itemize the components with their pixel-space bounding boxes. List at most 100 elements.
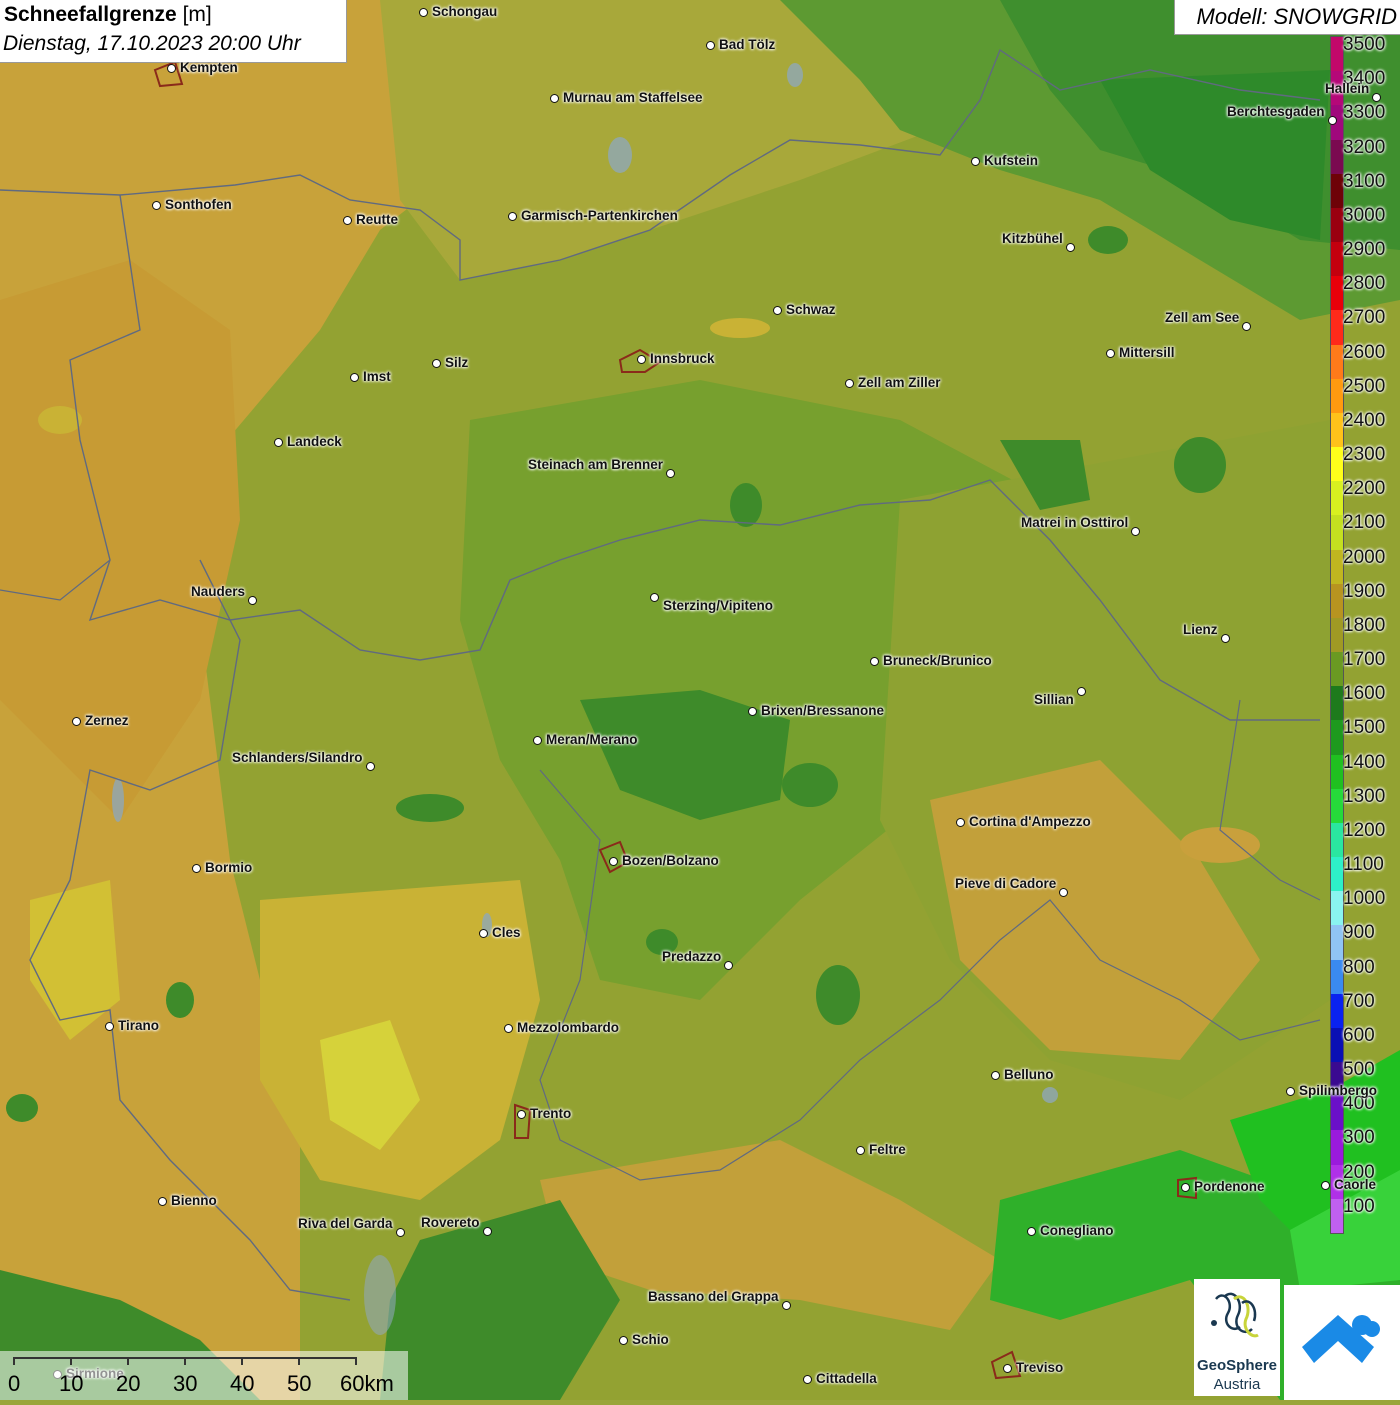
city-marker[interactable] [1077,687,1086,696]
city-marker[interactable] [1106,349,1115,358]
city-marker[interactable] [609,857,618,866]
city-label: Innsbruck [650,351,715,366]
legend-swatch [1331,754,1343,790]
city-marker[interactable] [167,64,176,73]
city-marker[interactable] [1066,243,1075,252]
city-marker[interactable] [1372,93,1381,102]
legend-swatch [1331,481,1343,516]
city-label: Hallein [1325,81,1370,96]
city-label: Nauders [191,584,246,599]
city-label: Sonthofen [165,197,232,212]
city-label: Zell am Ziller [858,375,941,390]
legend-color-bar [1330,36,1344,1234]
city-marker[interactable] [248,596,257,605]
legend-label: 2600 [1343,341,1386,363]
mountain-cloud-icon [1302,1315,1380,1363]
legend-swatch [1331,344,1343,380]
city-label: Bienno [171,1193,217,1208]
city-marker[interactable] [870,657,879,666]
city-marker[interactable] [366,762,375,771]
legend-label: 800 [1343,956,1375,978]
city-marker[interactable] [192,864,201,873]
city-marker[interactable] [956,818,965,827]
city-marker[interactable] [432,359,441,368]
city-marker[interactable] [158,1197,167,1206]
city-label: Trento [530,1106,572,1121]
forecast-datetime: Dienstag, 17.10.2023 20:00 Uhr [3,32,301,55]
city-marker[interactable] [1286,1087,1295,1096]
legend-label: 500 [1343,1059,1375,1081]
city-marker[interactable] [504,1024,513,1033]
city-marker[interactable] [152,201,161,210]
geosphere-logo[interactable]: GeoSphere Austria [1194,1279,1280,1396]
city-marker[interactable] [845,379,854,388]
city-label: Belluno [1004,1067,1054,1082]
scale-label: 20 [116,1371,141,1396]
city-marker[interactable] [666,469,675,478]
city-marker[interactable] [706,41,715,50]
city-label: Treviso [1016,1360,1064,1375]
legend-label: 2500 [1343,375,1386,397]
city-label: Imst [363,369,391,384]
city-marker[interactable] [1059,888,1068,897]
city-label: Cles [492,925,521,940]
legend-label: 3500 [1343,34,1386,55]
city-label: Spilimbergo [1299,1083,1378,1098]
city-marker[interactable] [479,929,488,938]
city-marker[interactable] [619,1336,628,1345]
city-marker[interactable] [650,593,659,602]
city-marker[interactable] [533,736,542,745]
legend-label: 2100 [1343,512,1386,534]
partner-logo[interactable] [1284,1285,1400,1400]
city-marker[interactable] [343,216,352,225]
legend-swatch [1331,242,1343,277]
model-box: Modell: SNOWGRID [1174,0,1400,35]
legend-swatch [1331,310,1343,346]
legend-label: 2700 [1343,307,1386,329]
city-marker[interactable] [1131,527,1140,536]
legend-label: 2000 [1343,546,1386,568]
city-label: Schlanders/Silandro [232,750,363,765]
city-marker[interactable] [724,961,733,970]
city-marker[interactable] [1242,322,1251,331]
city-label: Sillian [1034,692,1074,707]
scale-bar: 0 10 20 30 40 50 60km [0,1351,408,1400]
city-marker[interactable] [991,1071,1000,1080]
legend-label: 1300 [1343,785,1386,807]
city-marker[interactable] [274,438,283,447]
legend-swatch [1331,652,1343,687]
city-marker[interactable] [1027,1227,1036,1236]
city-marker[interactable] [637,355,646,364]
city-marker[interactable] [1003,1364,1012,1373]
legend-label: 100 [1343,1195,1375,1217]
city-label: Schwaz [786,302,836,317]
city-marker[interactable] [508,212,517,221]
city-marker[interactable] [1181,1183,1190,1192]
city-marker[interactable] [419,8,428,17]
city-marker[interactable] [748,707,757,716]
city-marker[interactable] [971,157,980,166]
city-marker[interactable] [856,1146,865,1155]
city-marker[interactable] [1221,634,1230,643]
city-marker[interactable] [517,1110,526,1119]
city-marker[interactable] [550,94,559,103]
city-marker[interactable] [773,306,782,315]
legend-swatch [1331,1027,1343,1063]
city-marker[interactable] [1321,1181,1330,1190]
city-label: Brixen/Bressanone [761,703,885,718]
city-label: Feltre [869,1142,906,1157]
city-marker[interactable] [782,1301,791,1310]
city-marker[interactable] [483,1227,492,1236]
legend-label: 1800 [1343,614,1386,636]
city-marker[interactable] [1328,116,1337,125]
city-label: Tirano [118,1018,160,1033]
logo-text-geosphere: GeoSphere [1196,1357,1278,1374]
scale-label: 60km [340,1371,394,1396]
legend-swatch [1331,276,1343,311]
city-marker[interactable] [105,1022,114,1031]
city-marker[interactable] [350,373,359,382]
city-marker[interactable] [396,1228,405,1237]
city-marker[interactable] [72,717,81,726]
legend-swatch [1331,173,1343,209]
city-marker[interactable] [803,1375,812,1384]
